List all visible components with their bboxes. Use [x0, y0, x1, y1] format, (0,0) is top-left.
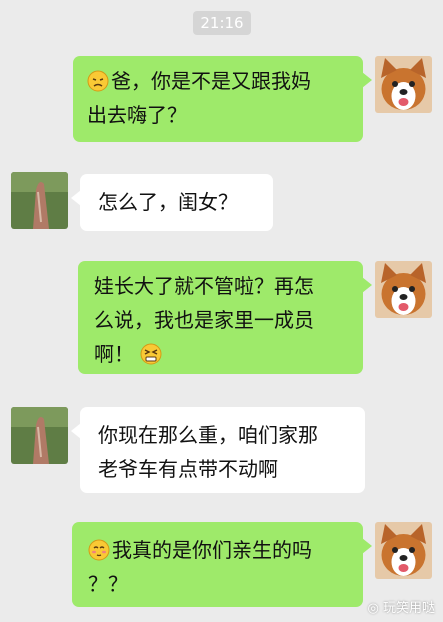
message-2-line-1: 怎么了，闺女？: [98, 190, 238, 214]
grimace-emoji-icon: [140, 343, 162, 365]
landscape-avatar-icon: [11, 407, 68, 464]
message-3-line-1: 娃长大了就不管啦？再怎: [94, 274, 314, 298]
message-bubble-4[interactable]: 你现在那么重，咱们家那 老爷车有点带不动啊: [71, 407, 365, 493]
message-4-line-2: 老爷车有点带不动啊: [98, 457, 278, 481]
timestamp: 21:16: [193, 11, 251, 35]
dog-avatar-icon: [375, 261, 432, 318]
dog-avatar-icon: [375, 56, 432, 113]
message-1-line-2: 出去嗨了？: [87, 103, 187, 127]
contact-avatar-landscape[interactable]: [11, 407, 68, 464]
message-1-line-1: 爸，你是不是又跟我妈: [111, 69, 311, 93]
own-avatar-dog[interactable]: [375, 56, 432, 113]
pensive-emoji-icon: [87, 70, 109, 92]
message-3-line-2: 么说，我也是家里一成员: [94, 308, 314, 332]
contact-avatar-landscape[interactable]: [11, 172, 68, 229]
own-avatar-dog[interactable]: [375, 522, 432, 579]
wechat-logo-icon: ◎: [367, 601, 379, 616]
message-bubble-2[interactable]: 怎么了，闺女？: [71, 174, 273, 231]
own-avatar-dog[interactable]: [375, 261, 432, 318]
landscape-avatar-icon: [11, 172, 68, 229]
blushing-emoji-icon: [88, 539, 110, 561]
dog-avatar-icon: [375, 522, 432, 579]
message-5-line-2: ？？: [88, 572, 128, 596]
message-bubble-5[interactable]: 我真的是你们亲生的吗 ？？: [72, 522, 372, 607]
message-4-line-1: 你现在那么重，咱们家那: [98, 423, 318, 447]
message-bubble-3[interactable]: 娃长大了就不管啦？再怎 么说，我也是家里一成员 啊！: [78, 261, 372, 374]
watermark-text: 玩笑用哒: [382, 601, 435, 616]
watermark: ◎ 玩笑用哒: [368, 597, 436, 616]
message-3-line-3: 啊！: [94, 342, 134, 366]
message-5-line-1: 我真的是你们亲生的吗: [112, 538, 312, 562]
message-bubble-1[interactable]: 爸，你是不是又跟我妈 出去嗨了？: [73, 56, 372, 142]
